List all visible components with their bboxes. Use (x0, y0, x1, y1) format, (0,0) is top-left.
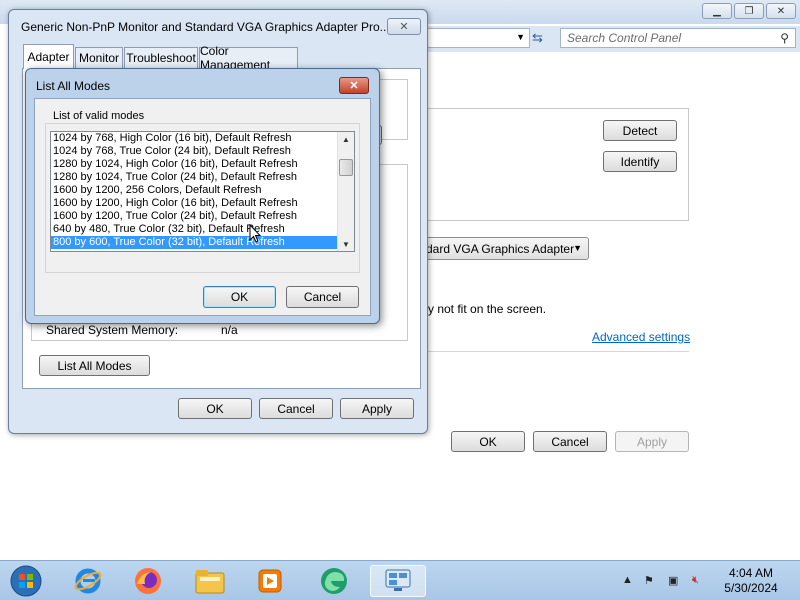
scroll-up-icon[interactable]: ▲ (338, 132, 354, 146)
properties-cancel-button[interactable]: Cancel (259, 398, 333, 419)
list-item[interactable]: 1280 by 1024, High Color (16 bit), Defau… (51, 158, 339, 171)
background-apply-button: Apply (615, 431, 689, 452)
chevron-down-icon: ▼ (573, 243, 582, 253)
scrollbar-thumb[interactable] (339, 159, 353, 176)
maximize-button[interactable]: ❐ (734, 3, 764, 19)
display-dropdown[interactable]: dard VGA Graphics Adapter ▼ (420, 237, 589, 260)
list-item[interactable]: 640 by 480, True Color (32 bit), Default… (51, 223, 339, 236)
close-icon: ✕ (399, 21, 409, 33)
modes-dialog-title: List All Modes (36, 79, 111, 93)
list-item[interactable]: 1024 by 768, High Color (16 bit), Defaul… (51, 132, 339, 145)
minimize-button[interactable]: ▁ (702, 3, 732, 19)
properties-ok-button[interactable]: OK (178, 398, 252, 419)
modes-scrollbar[interactable]: ▲ ▼ (337, 132, 354, 251)
close-icon: ✕ (349, 80, 359, 92)
list-all-modes-dialog: List All Modes ✕ List of valid modes 102… (25, 68, 380, 324)
detect-button[interactable]: Detect (603, 120, 677, 141)
list-item[interactable]: 1600 by 1200, 256 Colors, Default Refres… (51, 184, 339, 197)
clock-date: 5/30/2024 (724, 581, 778, 595)
scroll-down-icon[interactable]: ▼ (338, 237, 354, 251)
shared-memory-value: n/a (221, 323, 238, 337)
tab-troubleshoot[interactable]: Troubleshoot (124, 47, 198, 68)
close-icon: ✕ (776, 5, 786, 17)
edge-icon[interactable] (314, 565, 354, 597)
identify-button[interactable]: Identify (603, 151, 677, 172)
list-item[interactable]: 1024 by 768, True Color (24 bit), Defaul… (51, 145, 339, 158)
fit-warning-text: y not fit on the screen. (428, 302, 547, 316)
list-item[interactable]: 800 by 600, True Color (32 bit), Default… (51, 236, 339, 249)
list-item[interactable]: 1600 by 1200, True Color (24 bit), Defau… (51, 210, 339, 223)
file-explorer-icon[interactable] (190, 565, 230, 597)
tab-color-management[interactable]: Color Management (199, 44, 298, 72)
clock-time: 4:04 AM (728, 566, 774, 580)
properties-apply-button[interactable]: Apply (340, 398, 414, 419)
search-icon[interactable]: ⚲ (780, 31, 789, 45)
properties-dialog-title: Generic Non-PnP Monitor and Standard VGA… (21, 20, 390, 34)
list-all-modes-button[interactable]: List All Modes (39, 355, 150, 376)
network-icon[interactable]: ▣ (668, 574, 678, 587)
modes-ok-button[interactable]: OK (203, 286, 276, 308)
display-settings-taskbar-icon[interactable] (370, 565, 426, 597)
tab-monitor[interactable]: Monitor (75, 47, 123, 68)
maximize-icon: ❐ (744, 5, 754, 17)
display-dropdown-value: dard VGA Graphics Adapter (426, 241, 575, 256)
modes-close-button[interactable]: ✕ (339, 77, 369, 94)
search-input[interactable]: Search Control Panel ⚲ (560, 28, 796, 48)
list-item[interactable]: 1600 by 1200, High Color (16 bit), Defau… (51, 197, 339, 210)
media-player-icon[interactable] (250, 565, 290, 597)
properties-close-button[interactable]: ✕ (387, 18, 421, 35)
volume-muted-icon[interactable]: 🔇︎ (692, 574, 699, 587)
system-clock[interactable]: 4:04 AM 5/30/2024 (716, 566, 786, 596)
close-button[interactable]: ✕ (766, 3, 796, 19)
background-ok-button[interactable]: OK (451, 431, 525, 452)
minimize-icon: ▁ (713, 5, 721, 17)
cursor-icon (249, 224, 262, 243)
chevron-down-icon[interactable]: ▼ (516, 32, 525, 42)
taskbar: ▲ ⚑ ▣ 🔇︎ 4:04 AM 5/30/2024 (0, 560, 800, 600)
modes-list-label: List of valid modes (51, 110, 147, 122)
list-item[interactable]: 1280 by 1024, True Color (24 bit), Defau… (51, 171, 339, 184)
search-placeholder: Search Control Panel (567, 31, 682, 45)
modes-dialog-body: List of valid modes 1024 by 768, High Co… (34, 98, 371, 316)
advanced-settings-link[interactable]: Advanced settings (592, 330, 690, 344)
show-hidden-icons[interactable]: ▲ (622, 574, 633, 586)
refresh-icon[interactable]: ⇆ (532, 30, 543, 46)
action-center-flag-icon[interactable]: ⚑ (644, 574, 654, 587)
shared-memory-label: Shared System Memory: (46, 323, 179, 337)
tab-adapter[interactable]: Adapter (23, 44, 74, 69)
modes-cancel-button[interactable]: Cancel (286, 286, 359, 308)
address-field[interactable]: ▼ (424, 28, 530, 48)
background-cancel-button[interactable]: Cancel (533, 431, 607, 452)
modes-list: 1024 by 768, High Color (16 bit), Defaul… (51, 132, 339, 249)
start-button[interactable] (6, 565, 46, 597)
windows-start-icon (10, 565, 42, 597)
firefox-icon[interactable] (128, 565, 168, 597)
internet-explorer-icon[interactable] (68, 565, 108, 597)
divider (420, 351, 689, 352)
modes-listbox[interactable]: 1024 by 768, High Color (16 bit), Defaul… (50, 131, 355, 252)
